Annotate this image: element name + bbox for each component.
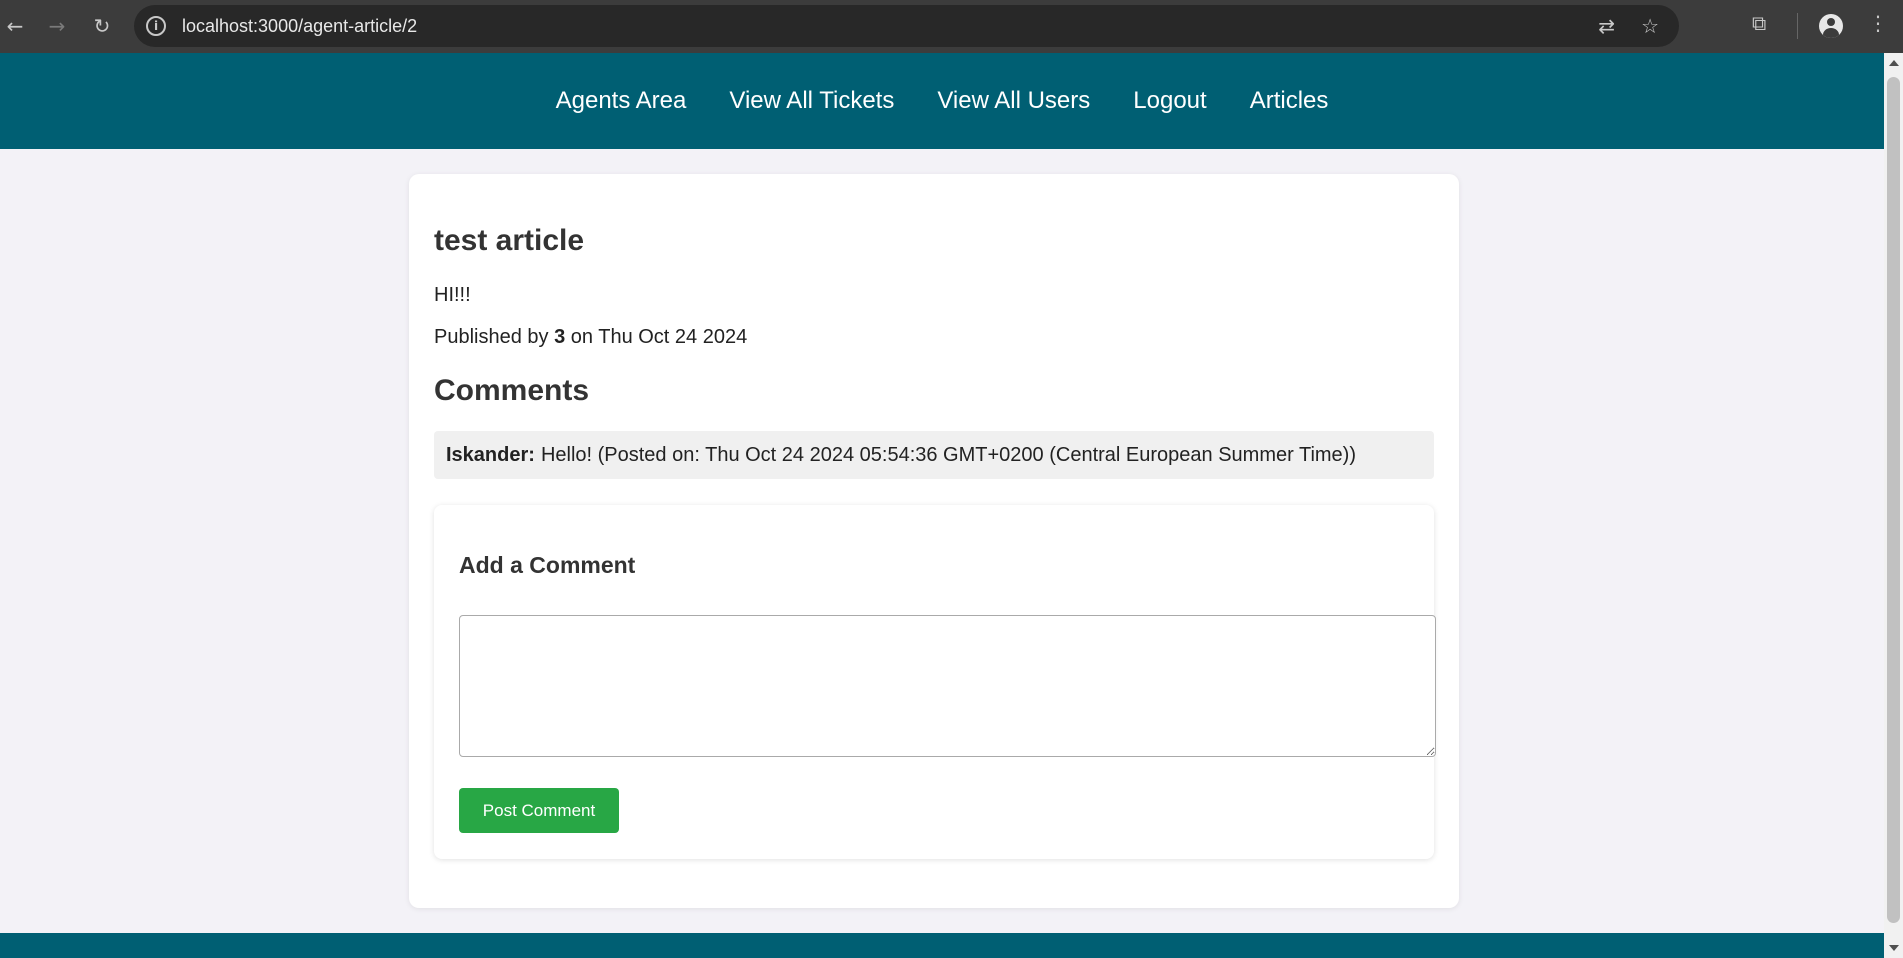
- back-arrow-icon[interactable]: ←: [0, 11, 30, 41]
- comment-item: Iskander: Hello! (Posted on: Thu Oct 24 …: [434, 431, 1434, 479]
- comment-textarea[interactable]: [459, 615, 1436, 757]
- comments-heading: Comments: [434, 374, 590, 407]
- menu-kebab-icon[interactable]: ⋮: [1868, 11, 1888, 35]
- nav-view-all-tickets[interactable]: View All Tickets: [729, 87, 894, 115]
- bookmark-star-icon[interactable]: ☆: [1641, 14, 1659, 38]
- page-scrollbar[interactable]: [1884, 53, 1903, 958]
- site-footer: [0, 933, 1884, 958]
- extensions-icon[interactable]: ⧉: [1752, 11, 1766, 35]
- translate-icon[interactable]: ⇄: [1598, 14, 1615, 38]
- url-text[interactable]: localhost:3000/agent-article/2: [182, 16, 417, 37]
- scroll-down-icon[interactable]: [1889, 945, 1899, 951]
- published-prefix: Published by: [434, 326, 549, 348]
- address-bar[interactable]: i localhost:3000/agent-article/2 ⇄ ☆: [134, 5, 1679, 47]
- post-comment-button[interactable]: Post Comment: [459, 788, 619, 833]
- forward-arrow-icon[interactable]: →: [42, 11, 72, 41]
- nav-view-all-users[interactable]: View All Users: [937, 87, 1090, 115]
- add-comment-form: Add a Comment Post Comment: [434, 505, 1436, 859]
- profile-icon[interactable]: [1819, 14, 1843, 38]
- site-header: Agents Area View All Tickets View All Us…: [0, 53, 1884, 149]
- nav-articles[interactable]: Articles: [1250, 87, 1329, 115]
- published-date: on Thu Oct 24 2024: [570, 326, 748, 348]
- comment-author: Iskander:: [446, 443, 535, 466]
- toolbar-divider: [1797, 13, 1798, 39]
- avatar: [1819, 14, 1843, 38]
- site-info-icon[interactable]: i: [146, 16, 166, 36]
- add-comment-heading: Add a Comment: [459, 552, 636, 578]
- browser-toolbar: ← → ↻ i localhost:3000/agent-article/2 ⇄…: [0, 0, 1903, 53]
- scroll-up-icon[interactable]: [1889, 60, 1899, 66]
- article-author: 3: [554, 326, 566, 348]
- article-title: test article: [434, 224, 585, 257]
- nav-agents-area[interactable]: Agents Area: [556, 87, 687, 115]
- article-content: HI!!!: [434, 284, 471, 306]
- article-meta: Published by 3 on Thu Oct 24 2024: [434, 326, 1434, 349]
- nav-logout[interactable]: Logout: [1133, 87, 1206, 115]
- scrollbar-thumb[interactable]: [1887, 77, 1900, 923]
- article-card: test article HI!!! Published by 3 on Thu…: [409, 174, 1459, 908]
- comment-text: Hello! (Posted on: Thu Oct 24 2024 05:54…: [540, 443, 1356, 466]
- reload-icon[interactable]: ↻: [87, 11, 117, 41]
